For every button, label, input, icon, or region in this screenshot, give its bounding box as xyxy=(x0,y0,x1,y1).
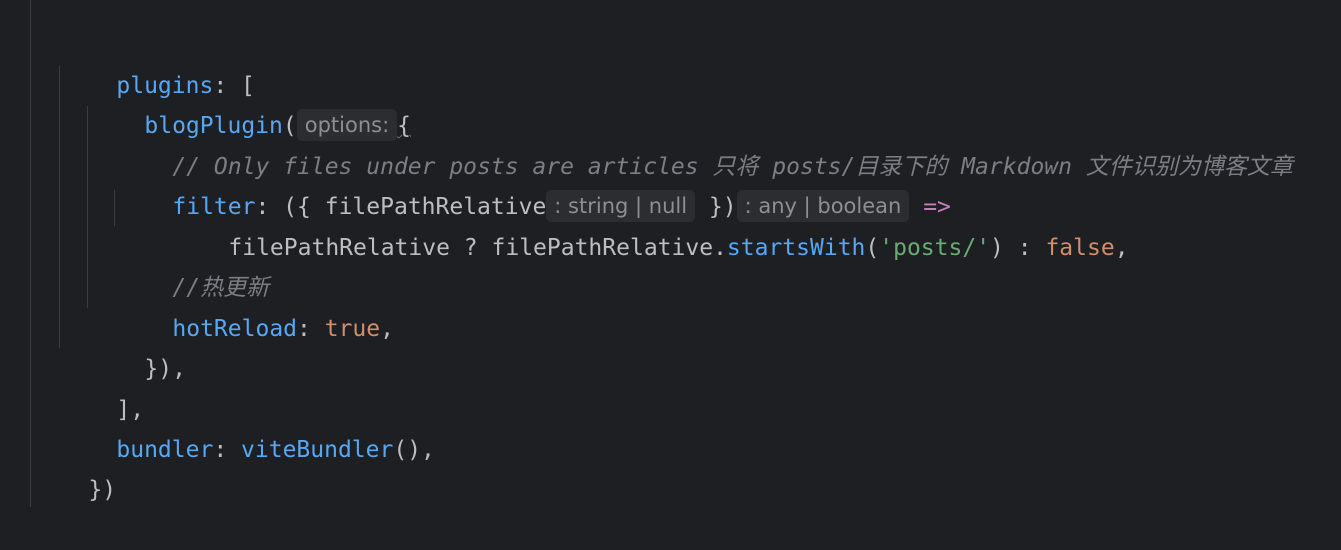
code-line-11[interactable]: }) xyxy=(33,430,116,503)
code-line-1[interactable]: plugins: [ xyxy=(61,26,254,99)
indent-guide xyxy=(59,66,60,348)
punctuation: , xyxy=(1114,235,1129,261)
gutter-divider xyxy=(30,0,31,507)
closing-punctuation: }), xyxy=(144,356,186,382)
hot-reload-key: hotReload xyxy=(172,316,298,342)
code-line-10[interactable]: bundler: viteBundler(), xyxy=(61,390,435,463)
code-line-4[interactable]: filter: ({ filePathRelative: string | nu… xyxy=(117,147,951,222)
punctuation: (), xyxy=(393,437,435,463)
code-line-6[interactable]: //热更新 xyxy=(117,228,269,301)
indent-guide xyxy=(114,190,115,226)
code-line-2[interactable]: blogPlugin(options:{ xyxy=(89,66,411,141)
identifier: filePathRelative xyxy=(491,235,714,261)
closing-punctuation: }) xyxy=(88,477,117,503)
code-line-5[interactable]: filePathRelative ? filePathRelative.star… xyxy=(173,188,1128,261)
bundler-key: bundler xyxy=(116,437,214,463)
punctuation: ( xyxy=(865,235,880,261)
punctuation: ? xyxy=(449,235,492,261)
string-literal: 'posts/' xyxy=(879,235,991,261)
punctuation: : xyxy=(213,437,242,463)
code-line-3[interactable]: // Only files under posts are articles 只… xyxy=(117,107,1292,180)
code-line-9[interactable]: ], xyxy=(61,350,144,423)
boolean-literal: true xyxy=(324,316,381,342)
code-line-8[interactable]: }), xyxy=(89,309,186,382)
punctuation: ) : xyxy=(990,235,1046,261)
punctuation: : xyxy=(297,316,325,342)
punctuation: , xyxy=(380,316,394,342)
vite-bundler-call: viteBundler xyxy=(241,437,394,463)
punctuation: . xyxy=(713,235,727,261)
code-editor[interactable]: plugins: [ blogPlugin(options:{ // Only … xyxy=(0,0,1341,507)
method-call: startsWith xyxy=(726,235,866,261)
code-line-7[interactable]: hotReload: true, xyxy=(117,269,394,342)
boolean-literal: false xyxy=(1045,235,1115,261)
